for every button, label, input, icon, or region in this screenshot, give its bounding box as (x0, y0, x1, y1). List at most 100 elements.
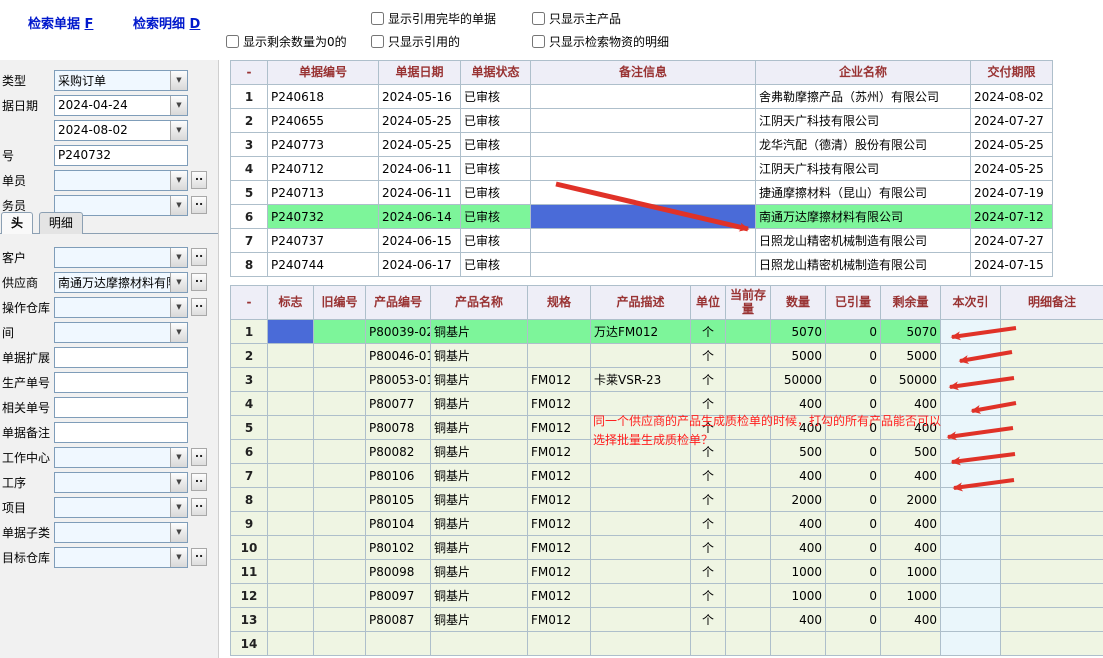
browse-more-button[interactable]: .. (191, 273, 207, 291)
cell-remain[interactable]: 5000 (881, 344, 941, 368)
table-row[interactable]: 3P2407732024-05-25已审核龙华汽配（德清）股份有限公司2024-… (231, 133, 1053, 157)
op-warehouse-field[interactable]: ▼ (54, 297, 188, 318)
cell-note[interactable] (1001, 560, 1103, 584)
cell-code[interactable]: P80104 (366, 512, 431, 536)
cell-note[interactable] (1001, 344, 1103, 368)
column-header[interactable]: 备注信息 (531, 61, 756, 85)
cell-old[interactable] (314, 344, 366, 368)
cell-desc[interactable] (591, 344, 691, 368)
search-docs-link[interactable]: 检索单据 F (28, 13, 93, 32)
cell-desc[interactable] (591, 536, 691, 560)
cell-used[interactable]: 0 (826, 368, 881, 392)
cell-stock[interactable] (726, 440, 771, 464)
doc-date-to-field[interactable]: 2024-08-02▼ (54, 120, 188, 141)
cell-old[interactable] (314, 416, 366, 440)
doc-maker-field[interactable]: ▼ (54, 170, 188, 191)
cell-stock[interactable] (726, 392, 771, 416)
column-header[interactable]: 交付期限 (971, 61, 1053, 85)
cell-unit[interactable]: 个 (691, 440, 726, 464)
cell-note[interactable] (1001, 320, 1103, 344)
cell-spec[interactable]: FM012 (528, 416, 591, 440)
cell-desc[interactable]: 万达FM012 (591, 320, 691, 344)
checkbox-show-zero-remaining[interactable]: 显示剩余数量为0的 (226, 33, 347, 50)
cell-qty[interactable]: 1000 (771, 560, 826, 584)
checkbox-only-main-product[interactable]: 只显示主产品 (532, 10, 621, 27)
cell-qty[interactable]: 500 (771, 440, 826, 464)
cell-no[interactable]: P240773 (268, 133, 379, 157)
column-header[interactable]: 单据编号 (268, 61, 379, 85)
cell-remain[interactable]: 50000 (881, 368, 941, 392)
cell-remain[interactable]: 1000 (881, 584, 941, 608)
cell-date[interactable]: 2024-05-16 (379, 85, 461, 109)
cell-status[interactable]: 已审核 (461, 205, 531, 229)
cell-stock[interactable] (726, 632, 771, 656)
cell-code[interactable]: P80097 (366, 584, 431, 608)
workshop-field[interactable]: ▼ (54, 322, 188, 343)
table-row[interactable]: 7P80106铜基片FM012个4000400 (231, 464, 1103, 488)
cell-n[interactable]: 6 (231, 205, 268, 229)
cell-date[interactable]: 2024-06-15 (379, 229, 461, 253)
cell-stock[interactable] (726, 536, 771, 560)
cell-n[interactable]: 1 (231, 320, 268, 344)
cell-unit[interactable]: 个 (691, 464, 726, 488)
cell-old[interactable] (314, 464, 366, 488)
search-detail-link[interactable]: 检索明细 D (133, 13, 200, 32)
column-header[interactable]: 规格 (528, 286, 591, 320)
cell-n[interactable]: 13 (231, 608, 268, 632)
cell-n[interactable]: 10 (231, 536, 268, 560)
cell-used[interactable]: 0 (826, 320, 881, 344)
cell-n[interactable]: 7 (231, 229, 268, 253)
cell-old[interactable] (314, 440, 366, 464)
cell-desc[interactable] (591, 440, 691, 464)
cell-this[interactable] (941, 512, 1001, 536)
checkbox-icon[interactable] (371, 35, 384, 48)
cell-this[interactable] (941, 560, 1001, 584)
cell-old[interactable] (314, 536, 366, 560)
cell-desc[interactable]: 卡莱VSR-23 (591, 368, 691, 392)
cell-date[interactable]: 2024-05-25 (379, 109, 461, 133)
tab-detail[interactable]: 明细 (39, 212, 83, 234)
cell-unit[interactable]: 个 (691, 368, 726, 392)
cell-company[interactable]: 日照龙山精密机械制造有限公司 (756, 229, 971, 253)
cell-spec[interactable] (528, 320, 591, 344)
cell-qty[interactable]: 1000 (771, 584, 826, 608)
cell-qty[interactable]: 400 (771, 416, 826, 440)
column-header[interactable]: 产品名称 (431, 286, 528, 320)
cell-qty[interactable]: 5000 (771, 344, 826, 368)
cell-no[interactable]: P240744 (268, 253, 379, 277)
cell-old[interactable] (314, 368, 366, 392)
cell-this[interactable] (941, 464, 1001, 488)
cell-this[interactable] (941, 416, 1001, 440)
cell-qty[interactable]: 2000 (771, 488, 826, 512)
cell-old[interactable] (314, 320, 366, 344)
table-row[interactable]: 1P2406182024-05-16已审核舍弗勒摩擦产品（苏州）有限公司2024… (231, 85, 1053, 109)
cell-qty[interactable]: 400 (771, 464, 826, 488)
table-row[interactable]: 14 (231, 632, 1103, 656)
cell-deadline[interactable]: 2024-07-12 (971, 205, 1053, 229)
cell-note[interactable] (1001, 416, 1103, 440)
table-row[interactable]: 13P80087铜基片FM012个4000400 (231, 608, 1103, 632)
column-header[interactable]: 明细备注 (1001, 286, 1103, 320)
cell-stock[interactable] (726, 584, 771, 608)
cell-spec[interactable]: FM012 (528, 536, 591, 560)
cell-old[interactable] (314, 584, 366, 608)
cell-code[interactable]: P80039-02 (366, 320, 431, 344)
cell-n[interactable]: 6 (231, 440, 268, 464)
table-row[interactable]: 2P80046-01铜基片个500005000 (231, 344, 1103, 368)
cell-n[interactable]: 2 (231, 109, 268, 133)
work-center-field[interactable]: ▼ (54, 447, 188, 468)
cell-unit[interactable]: 个 (691, 320, 726, 344)
cell-name[interactable]: 铜基片 (431, 440, 528, 464)
cell-no[interactable]: P240713 (268, 181, 379, 205)
table-row[interactable]: 11P80098铜基片FM012个100001000 (231, 560, 1103, 584)
column-header[interactable]: 当前存 量 (726, 286, 771, 320)
cell-deadline[interactable]: 2024-05-25 (971, 157, 1053, 181)
cell-used[interactable]: 0 (826, 440, 881, 464)
cell-desc[interactable] (591, 392, 691, 416)
cell-note[interactable] (531, 181, 756, 205)
cell-used[interactable]: 0 (826, 536, 881, 560)
table-row[interactable]: 8P80105铜基片FM012个200002000 (231, 488, 1103, 512)
cell-status[interactable]: 已审核 (461, 253, 531, 277)
cell-spec[interactable] (528, 344, 591, 368)
browse-more-button[interactable]: .. (191, 548, 207, 566)
